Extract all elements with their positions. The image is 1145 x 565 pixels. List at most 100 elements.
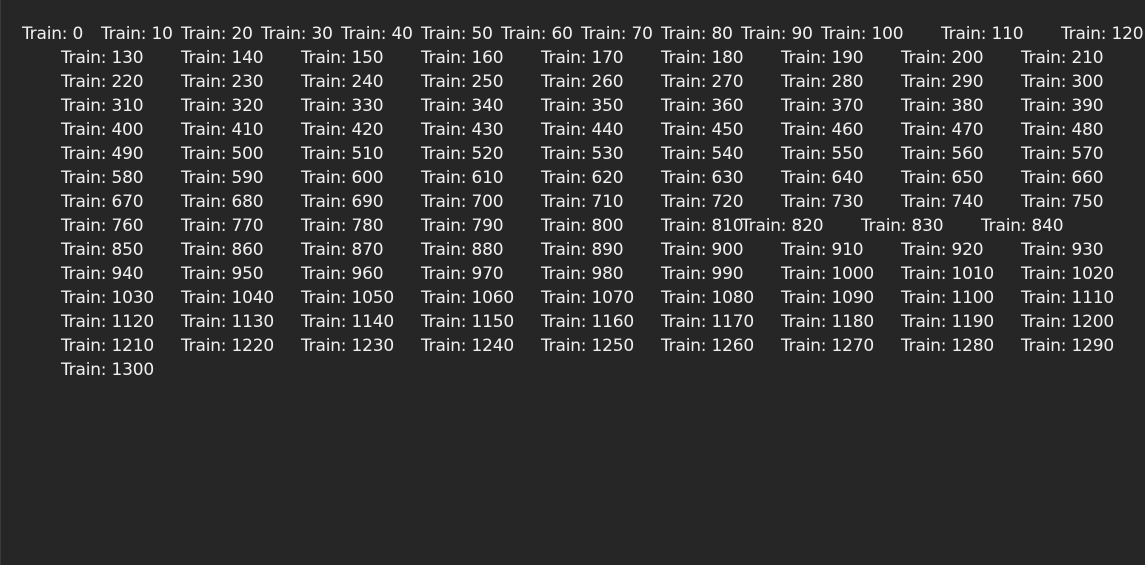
output-line: Train: 20 (181, 24, 253, 44)
output-line: Train: 760 (61, 216, 144, 236)
output-line: Train: 1040 (181, 288, 274, 308)
output-line: Train: 960 (301, 264, 384, 284)
output-line: Train: 580 (61, 168, 144, 188)
output-line: Train: 1000 (781, 264, 874, 284)
output-line: Train: 770 (181, 216, 264, 236)
output-line: Train: 1110 (1021, 288, 1114, 308)
output-line: Train: 870 (301, 240, 384, 260)
output-line: Train: 1220 (181, 336, 274, 356)
output-line: Train: 50 (421, 24, 493, 44)
output-line: Train: 410 (181, 120, 264, 140)
output-line: Train: 200 (901, 48, 984, 68)
output-line: Train: 1070 (541, 288, 634, 308)
output-line: Train: 140 (181, 48, 264, 68)
output-line: Train: 1130 (181, 312, 274, 332)
output-line: Train: 130 (61, 48, 144, 68)
output-line: Train: 1280 (901, 336, 994, 356)
output-line: Train: 1270 (781, 336, 874, 356)
output-line: Train: 270 (661, 72, 744, 92)
output-line: Train: 510 (301, 144, 384, 164)
output-line: Train: 590 (181, 168, 264, 188)
output-line: Train: 820 (741, 216, 824, 236)
output-line: Train: 550 (781, 144, 864, 164)
output-line: Train: 530 (541, 144, 624, 164)
output-line: Train: 1190 (901, 312, 994, 332)
output-line: Train: 1120 (61, 312, 154, 332)
output-line: Train: 120 (1061, 24, 1144, 44)
output-line: Train: 330 (301, 96, 384, 116)
output-line: Train: 1170 (661, 312, 754, 332)
output-line: Train: 1290 (1021, 336, 1114, 356)
output-line: Train: 300 (1021, 72, 1104, 92)
output-line: Train: 1230 (301, 336, 394, 356)
output-line: Train: 280 (781, 72, 864, 92)
output-line: Train: 650 (901, 168, 984, 188)
output-line: Train: 950 (181, 264, 264, 284)
output-line: Train: 690 (301, 192, 384, 212)
output-line: Train: 800 (541, 216, 624, 236)
output-line: Train: 880 (421, 240, 504, 260)
output-line: Train: 160 (421, 48, 504, 68)
output-line: Train: 1180 (781, 312, 874, 332)
output-line: Train: 860 (181, 240, 264, 260)
output-line: Train: 500 (181, 144, 264, 164)
output-line: Train: 180 (661, 48, 744, 68)
output-line: Train: 640 (781, 168, 864, 188)
output-line: Train: 290 (901, 72, 984, 92)
output-line: Train: 210 (1021, 48, 1104, 68)
output-line: Train: 80 (661, 24, 733, 44)
output-line: Train: 1060 (421, 288, 514, 308)
output-line: Train: 260 (541, 72, 624, 92)
output-line: Train: 110 (941, 24, 1024, 44)
output-line: Train: 350 (541, 96, 624, 116)
output-line: Train: 340 (421, 96, 504, 116)
output-line: Train: 840 (981, 216, 1064, 236)
output-line: Train: 1240 (421, 336, 514, 356)
output-line: Train: 450 (661, 120, 744, 140)
output-line: Train: 570 (1021, 144, 1104, 164)
output-line: Train: 830 (861, 216, 944, 236)
output-line: Train: 0 (22, 24, 84, 44)
output-line: Train: 1300 (61, 360, 154, 380)
output-line: Train: 250 (421, 72, 504, 92)
output-line: Train: 920 (901, 240, 984, 260)
output-line: Train: 730 (781, 192, 864, 212)
output-line: Train: 490 (61, 144, 144, 164)
output-line: Train: 1260 (661, 336, 754, 356)
output-line: Train: 190 (781, 48, 864, 68)
output-line: Train: 420 (301, 120, 384, 140)
output-line: Train: 1150 (421, 312, 514, 332)
output-line: Train: 850 (61, 240, 144, 260)
output-line: Train: 1210 (61, 336, 154, 356)
output-line: Train: 540 (661, 144, 744, 164)
output-line: Train: 680 (181, 192, 264, 212)
output-line: Train: 400 (61, 120, 144, 140)
output-line: Train: 780 (301, 216, 384, 236)
output-line: Train: 380 (901, 96, 984, 116)
output-line: Train: 1200 (1021, 312, 1114, 332)
output-line: Train: 150 (301, 48, 384, 68)
output-line: Train: 740 (901, 192, 984, 212)
output-line: Train: 370 (781, 96, 864, 116)
output-line: Train: 910 (781, 240, 864, 260)
output-line: Train: 930 (1021, 240, 1104, 260)
output-line: Train: 970 (421, 264, 504, 284)
output-line: Train: 70 (581, 24, 653, 44)
output-line: Train: 1140 (301, 312, 394, 332)
output-line: Train: 60 (501, 24, 573, 44)
output-line: Train: 520 (421, 144, 504, 164)
output-line: Train: 10 (101, 24, 173, 44)
output-line: Train: 360 (661, 96, 744, 116)
output-line: Train: 600 (301, 168, 384, 188)
output-line: Train: 1020 (1021, 264, 1114, 284)
console-output: Train: 0 Train: 10 Train: 20 Train: 30 Train… (0, 0, 1145, 565)
output-line: Train: 1030 (61, 288, 154, 308)
output-line: Train: 1250 (541, 336, 634, 356)
output-line: Train: 460 (781, 120, 864, 140)
output-line: Train: 1090 (781, 288, 874, 308)
output-line: Train: 810 (661, 216, 744, 236)
output-line: Train: 1160 (541, 312, 634, 332)
output-line: Train: 940 (61, 264, 144, 284)
output-line: Train: 320 (181, 96, 264, 116)
output-line: Train: 30 (261, 24, 333, 44)
